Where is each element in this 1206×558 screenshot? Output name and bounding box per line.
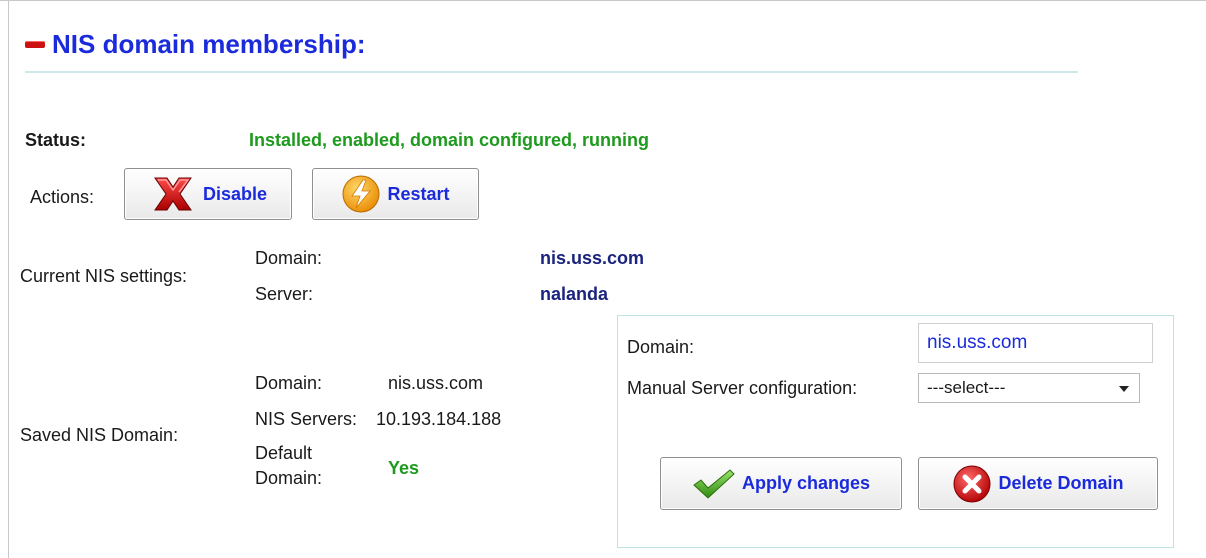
page-title: NIS domain membership: [52, 28, 366, 59]
actions-label: Actions: [30, 187, 95, 207]
status-label: Status: [25, 130, 87, 150]
manual-server-config-label: Manual Server configuration: [627, 378, 858, 398]
apply-changes-label: Apply changes [741, 473, 871, 493]
domain-input[interactable] [918, 323, 1153, 363]
checkmark-icon [692, 467, 736, 501]
saved-servers-label: NIS Servers: [255, 409, 358, 429]
title-divider [25, 71, 1078, 73]
disable-button[interactable]: Disable [124, 168, 292, 220]
saved-domain-label: Domain: [255, 373, 323, 393]
delete-domain-button[interactable]: Delete Domain [918, 457, 1158, 510]
saved-nis-domain-label: Saved NIS Domain: [20, 425, 179, 445]
restart-bolt-icon [341, 174, 381, 214]
delete-x-icon [952, 464, 992, 504]
edit-domain-label: Domain: [627, 337, 695, 357]
disable-x-icon [149, 174, 197, 214]
saved-default-domain-value: Yes [388, 458, 420, 478]
apply-changes-button[interactable]: Apply changes [660, 457, 902, 510]
manual-server-select[interactable]: ---select--- [918, 373, 1140, 403]
disable-button-label: Disable [202, 183, 268, 204]
current-nis-settings-label: Current NIS settings: [20, 266, 188, 286]
collapse-icon[interactable] [25, 40, 45, 48]
saved-domain-value: nis.uss.com [388, 373, 484, 393]
manual-server-selected: ---select--- [927, 378, 1006, 397]
current-domain-label: Domain: [255, 248, 323, 268]
frame-top-border [0, 0, 1206, 1]
current-server-label: Server: [255, 284, 314, 304]
current-server-value: nalanda [540, 284, 609, 304]
status-value: Installed, enabled, domain configured, r… [249, 130, 650, 150]
section-header[interactable]: NIS domain membership: [25, 24, 366, 64]
saved-default-domain-label: Default Domain: [255, 443, 323, 488]
current-domain-value: nis.uss.com [540, 248, 645, 268]
saved-servers-value: 10.193.184.188 [376, 409, 502, 429]
delete-domain-label: Delete Domain [998, 473, 1124, 493]
restart-button-label: Restart [387, 183, 450, 204]
chevron-down-icon [1119, 386, 1129, 392]
restart-button[interactable]: Restart [312, 168, 479, 220]
frame-left-border [8, 0, 9, 558]
